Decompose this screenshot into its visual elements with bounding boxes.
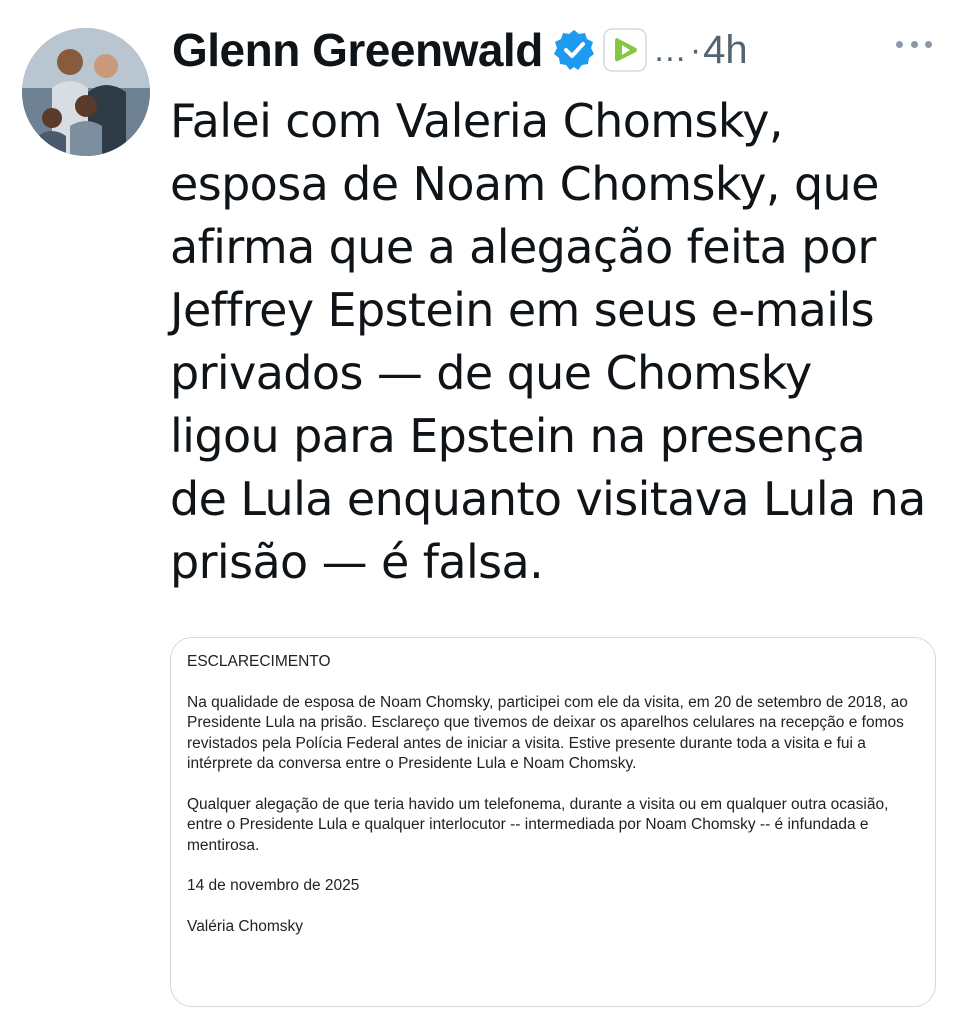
author-avatar[interactable]: [22, 28, 150, 156]
more-dot: [925, 40, 932, 48]
document-paragraph-2: Qualquer alegação de que teria havido um…: [187, 795, 889, 854]
document-date: 14 de novembro de 2025: [187, 877, 360, 894]
document-paragraph-1: Na qualidade de esposa de Noam Chomsky, …: [187, 693, 908, 773]
document-signature: Valéria Chomsky: [187, 917, 304, 935]
profile-photo-icon: [22, 28, 150, 156]
statement-document: ESCLARECIMENTO Na qualidade de esposa de…: [187, 652, 917, 937]
verified-badge-icon[interactable]: [553, 29, 595, 71]
more-options-icon[interactable]: [896, 38, 932, 50]
truncation-ellipsis: …: [652, 30, 688, 69]
more-dot: [896, 40, 903, 48]
document-heading: ESCLARECIMENTO: [187, 653, 331, 670]
tweet-media-image[interactable]: ESCLARECIMENTO Na qualidade de esposa de…: [170, 637, 936, 1007]
header-separator: ·: [689, 30, 702, 69]
rumble-play-icon[interactable]: [603, 28, 647, 72]
tweet-timestamp[interactable]: 4h: [703, 28, 748, 73]
author-name[interactable]: Glenn Greenwald: [172, 23, 543, 77]
more-dot: [910, 40, 918, 48]
tweet-text: Falei com Valeria Chomsky, esposa de Noa…: [170, 94, 926, 589]
tweet-header: Glenn Greenwald … · 4h: [172, 22, 748, 78]
